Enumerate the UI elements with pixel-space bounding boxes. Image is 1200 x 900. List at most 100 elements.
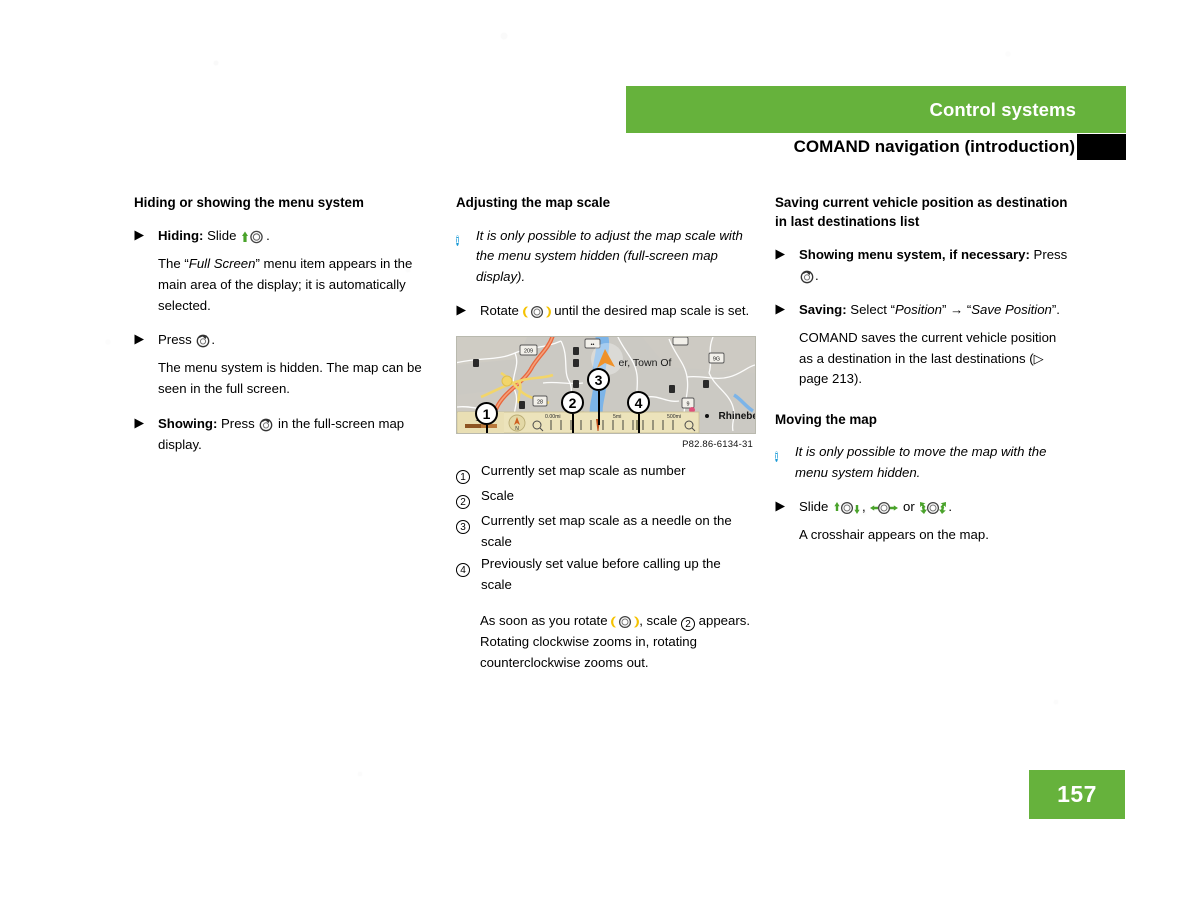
callout-leader-2 bbox=[572, 414, 574, 434]
chapter-band: Control systems bbox=[626, 86, 1126, 133]
section-band: COMAND navigation (introduction) bbox=[626, 133, 1126, 161]
middle-closing-paragraph: As soon as you rotate , scale 2 appears.… bbox=[480, 611, 753, 674]
triangle-bullet-icon bbox=[456, 301, 480, 316]
bullet-saving-t1: Select “ bbox=[846, 301, 896, 317]
bullet-saving-t3: ”. bbox=[1051, 301, 1060, 317]
legend-text: Scale bbox=[481, 488, 514, 504]
column-right: Saving current vehicle position as desti… bbox=[775, 193, 1072, 560]
slide-vertical-controller-icon bbox=[832, 501, 862, 515]
bullet-saving-text: Saving: Select “Position” → “Save Positi… bbox=[799, 300, 1072, 321]
bullet-saving-lead: Saving: bbox=[799, 301, 847, 317]
bullet-showing: Showing: Press in the full-screen map di… bbox=[134, 414, 431, 456]
svg-text:9G: 9G bbox=[713, 357, 720, 363]
bullet-rotate: Rotate until the desired map scale is se… bbox=[456, 301, 753, 322]
callout-leader-3 bbox=[598, 391, 600, 426]
bullet-showing-menu-before: Press bbox=[1029, 247, 1068, 263]
bullet-slide-text: Slide , or . bbox=[799, 497, 1072, 518]
info-icon: i bbox=[456, 235, 459, 247]
left-para-1a: The “ bbox=[158, 255, 189, 271]
slide-horizontal-controller-icon bbox=[869, 501, 899, 515]
left-para-1-emphasis: Full Screen bbox=[188, 255, 256, 271]
figure-legend: 1 Currently set map scale as number 2 Sc… bbox=[456, 461, 753, 595]
triangle-bullet-icon bbox=[134, 226, 158, 241]
legend-text: Currently set map scale as number bbox=[481, 463, 686, 479]
closing-a: As soon as you rotate bbox=[480, 613, 612, 629]
press-controller-icon bbox=[195, 334, 211, 348]
slide-after: . bbox=[948, 499, 953, 515]
legend-number: 3 bbox=[456, 511, 481, 535]
rotate-controller-icon bbox=[522, 305, 551, 319]
slide-sep-1: , bbox=[862, 499, 870, 515]
svg-text:••: •• bbox=[591, 342, 595, 348]
map-figure: 209 28 9G 9 •• er, Town Of Rhineb N 0.00… bbox=[456, 336, 756, 452]
column-left: Hiding or showing the menu system Hiding… bbox=[134, 193, 431, 461]
page-reference[interactable]: page 213 bbox=[799, 371, 854, 386]
bullet-showing-text: Showing: Press in the full-screen map di… bbox=[158, 414, 431, 456]
press-controller-icon bbox=[799, 270, 815, 284]
map-place-center: er, Town Of bbox=[619, 357, 672, 369]
triangle-bullet-icon bbox=[134, 414, 158, 429]
legend-number: 2 bbox=[456, 486, 481, 510]
bullet-hiding-lead: Hiding: bbox=[158, 228, 204, 244]
bullet-showing-menu: Showing menu system, if necessary: Press… bbox=[775, 245, 1072, 287]
triangle-bullet-icon bbox=[775, 245, 799, 260]
chapter-title: Control systems bbox=[929, 98, 1076, 120]
bullet-rotate-after: until the desired map scale is set. bbox=[550, 303, 750, 319]
left-para-2: The menu system is hidden. The map can b… bbox=[158, 360, 422, 397]
press-controller-icon bbox=[258, 418, 274, 432]
slide-before: Slide bbox=[799, 499, 832, 515]
bullet-showing-before: Press bbox=[217, 416, 259, 432]
map-place-right: Rhinebec bbox=[718, 411, 755, 422]
bullet-press-before: Press bbox=[158, 332, 196, 348]
legend-item: 3 Currently set map scale as a needle on… bbox=[456, 511, 753, 553]
legend-item: 2 Scale bbox=[456, 486, 753, 510]
closing-callout-number: 2 bbox=[681, 617, 695, 632]
legend-item: 1 Currently set map scale as number bbox=[456, 461, 753, 485]
map-scale-left: 0.00mi bbox=[545, 414, 561, 420]
bullet-showing-lead: Showing: bbox=[158, 416, 218, 432]
left-para-1: The “Full Screen” menu item appears in t… bbox=[158, 254, 431, 317]
rotate-controller-icon bbox=[611, 615, 640, 629]
bullet-rotate-before: Rotate bbox=[480, 303, 523, 319]
map-screenshot: 209 28 9G 9 •• er, Town Of Rhineb N 0.00… bbox=[456, 336, 756, 435]
legend-number: 4 bbox=[456, 554, 481, 578]
legend-item: 4 Previously set value before calling up… bbox=[456, 554, 753, 596]
thumb-index-marker bbox=[1077, 134, 1126, 160]
bullet-hiding-after: . bbox=[266, 228, 270, 244]
triangle-bullet-icon bbox=[134, 330, 158, 345]
right-heading-2: Moving the map bbox=[775, 412, 877, 428]
right-heading: Saving current vehicle position as desti… bbox=[775, 195, 1068, 230]
slide-diagonal-controller-icon bbox=[918, 501, 948, 515]
right-info-note: i It is only possible to move the map wi… bbox=[775, 442, 1072, 483]
map-scale-mid: 5mi bbox=[613, 414, 621, 420]
column-middle: Adjusting the map scale i It is only pos… bbox=[456, 193, 756, 688]
right-info-note-text: It is only possible to move the map with… bbox=[795, 444, 1047, 480]
left-heading: Hiding or showing the menu system bbox=[134, 195, 364, 210]
svg-text:9: 9 bbox=[687, 402, 690, 408]
page-ref-arrow-icon: ▷ bbox=[1033, 350, 1044, 366]
svg-text:N: N bbox=[515, 426, 519, 432]
right-para-b: ). bbox=[854, 371, 863, 387]
legend-text: Currently set map scale as a needle on t… bbox=[481, 512, 732, 549]
bullet-press: Press . bbox=[134, 330, 431, 351]
triangle-bullet-icon bbox=[775, 300, 799, 315]
callout-leader-4 bbox=[638, 414, 640, 434]
bullet-hiding-text: Hiding: Slide . bbox=[158, 226, 431, 247]
closing-b: , scale bbox=[639, 613, 681, 629]
callout-leader-1 bbox=[486, 425, 488, 434]
middle-info-note-text: It is only possible to adjust the map sc… bbox=[476, 228, 743, 284]
slide-sep-2: or bbox=[899, 499, 919, 515]
bullet-press-text: Press . bbox=[158, 330, 431, 351]
bullet-hiding-before: Slide bbox=[203, 228, 241, 244]
bullet-showing-menu-after: . bbox=[815, 267, 819, 283]
page-number-badge: 157 bbox=[1029, 770, 1125, 819]
slide-up-controller-icon bbox=[240, 230, 266, 244]
triangle-bullet-icon bbox=[775, 497, 799, 512]
svg-text:209: 209 bbox=[524, 349, 533, 355]
legend-text: Previously set value before calling up t… bbox=[481, 555, 721, 592]
svg-text:28: 28 bbox=[537, 400, 543, 406]
middle-info-note: i It is only possible to adjust the map … bbox=[456, 226, 753, 287]
bullet-showing-menu-lead: Showing menu system, if necessary: bbox=[799, 247, 1030, 263]
bullet-showing-menu-text: Showing menu system, if necessary: Press… bbox=[799, 245, 1072, 287]
figure-caption: P82.86-6134-31 bbox=[682, 439, 753, 451]
